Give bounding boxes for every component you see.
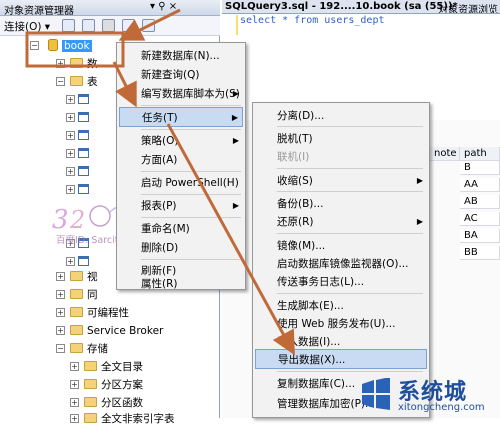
annotation-arrow-3 [166, 123, 295, 356]
annotation-arrow-1 [118, 8, 181, 41]
annotation-overlay [25, 8, 295, 356]
watermark-url: xitongcheng.com [398, 402, 485, 413]
watermark-logo-icon [362, 378, 390, 410]
annotation-arrow-2 [112, 61, 137, 108]
highlight-box [25, 31, 125, 68]
